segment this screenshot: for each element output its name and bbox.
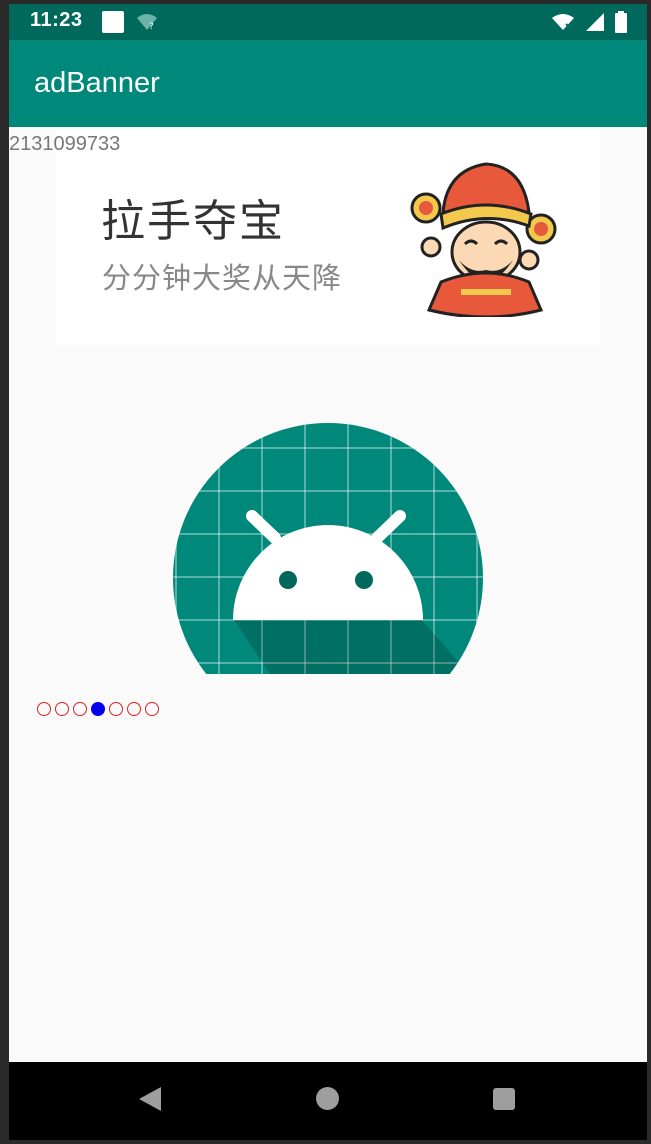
indicator-dot[interactable] [145,702,159,716]
ad-banner[interactable]: 拉手夺宝 分分钟大奖从天降 [56,130,600,345]
device-screen: 11:23 ? adBanner 拉手夺宝 分分钟大奖从天降 213109973… [9,4,647,1140]
carousel-image[interactable] [172,422,484,674]
indicator-dot[interactable] [109,702,123,716]
wifi-icon [551,13,575,35]
god-of-wealth-icon [401,152,561,321]
android-launcher-icon [173,423,483,674]
home-icon[interactable] [316,1087,339,1110]
banner-subtitle: 分分钟大奖从天降 [102,261,343,295]
status-time: 11:23 [30,9,83,31]
navigation-bar [9,1062,647,1140]
notification-icon [102,11,124,33]
svg-text:?: ? [149,22,154,31]
back-icon[interactable] [137,1086,163,1116]
indicator-dot[interactable] [73,702,87,716]
recents-icon[interactable] [493,1088,515,1110]
status-bar: 11:23 ? [9,4,647,40]
app-bar: adBanner [9,40,647,127]
main-content: 拉手夺宝 分分钟大奖从天降 2131099733 [9,127,647,1062]
status-icons [551,11,627,37]
banner-title: 拉手夺宝 [101,196,285,247]
indicator-dot[interactable] [127,702,141,716]
resource-id-text: 2131099733 [9,133,121,155]
carousel-indicator [37,702,159,716]
indicator-dot[interactable] [37,702,51,716]
signal-icon [585,12,605,36]
indicator-dot-active[interactable] [91,702,105,716]
indicator-dot[interactable] [55,702,69,716]
app-title: adBanner [34,67,160,99]
wifi-unknown-icon: ? [136,13,158,35]
battery-icon [615,11,627,37]
